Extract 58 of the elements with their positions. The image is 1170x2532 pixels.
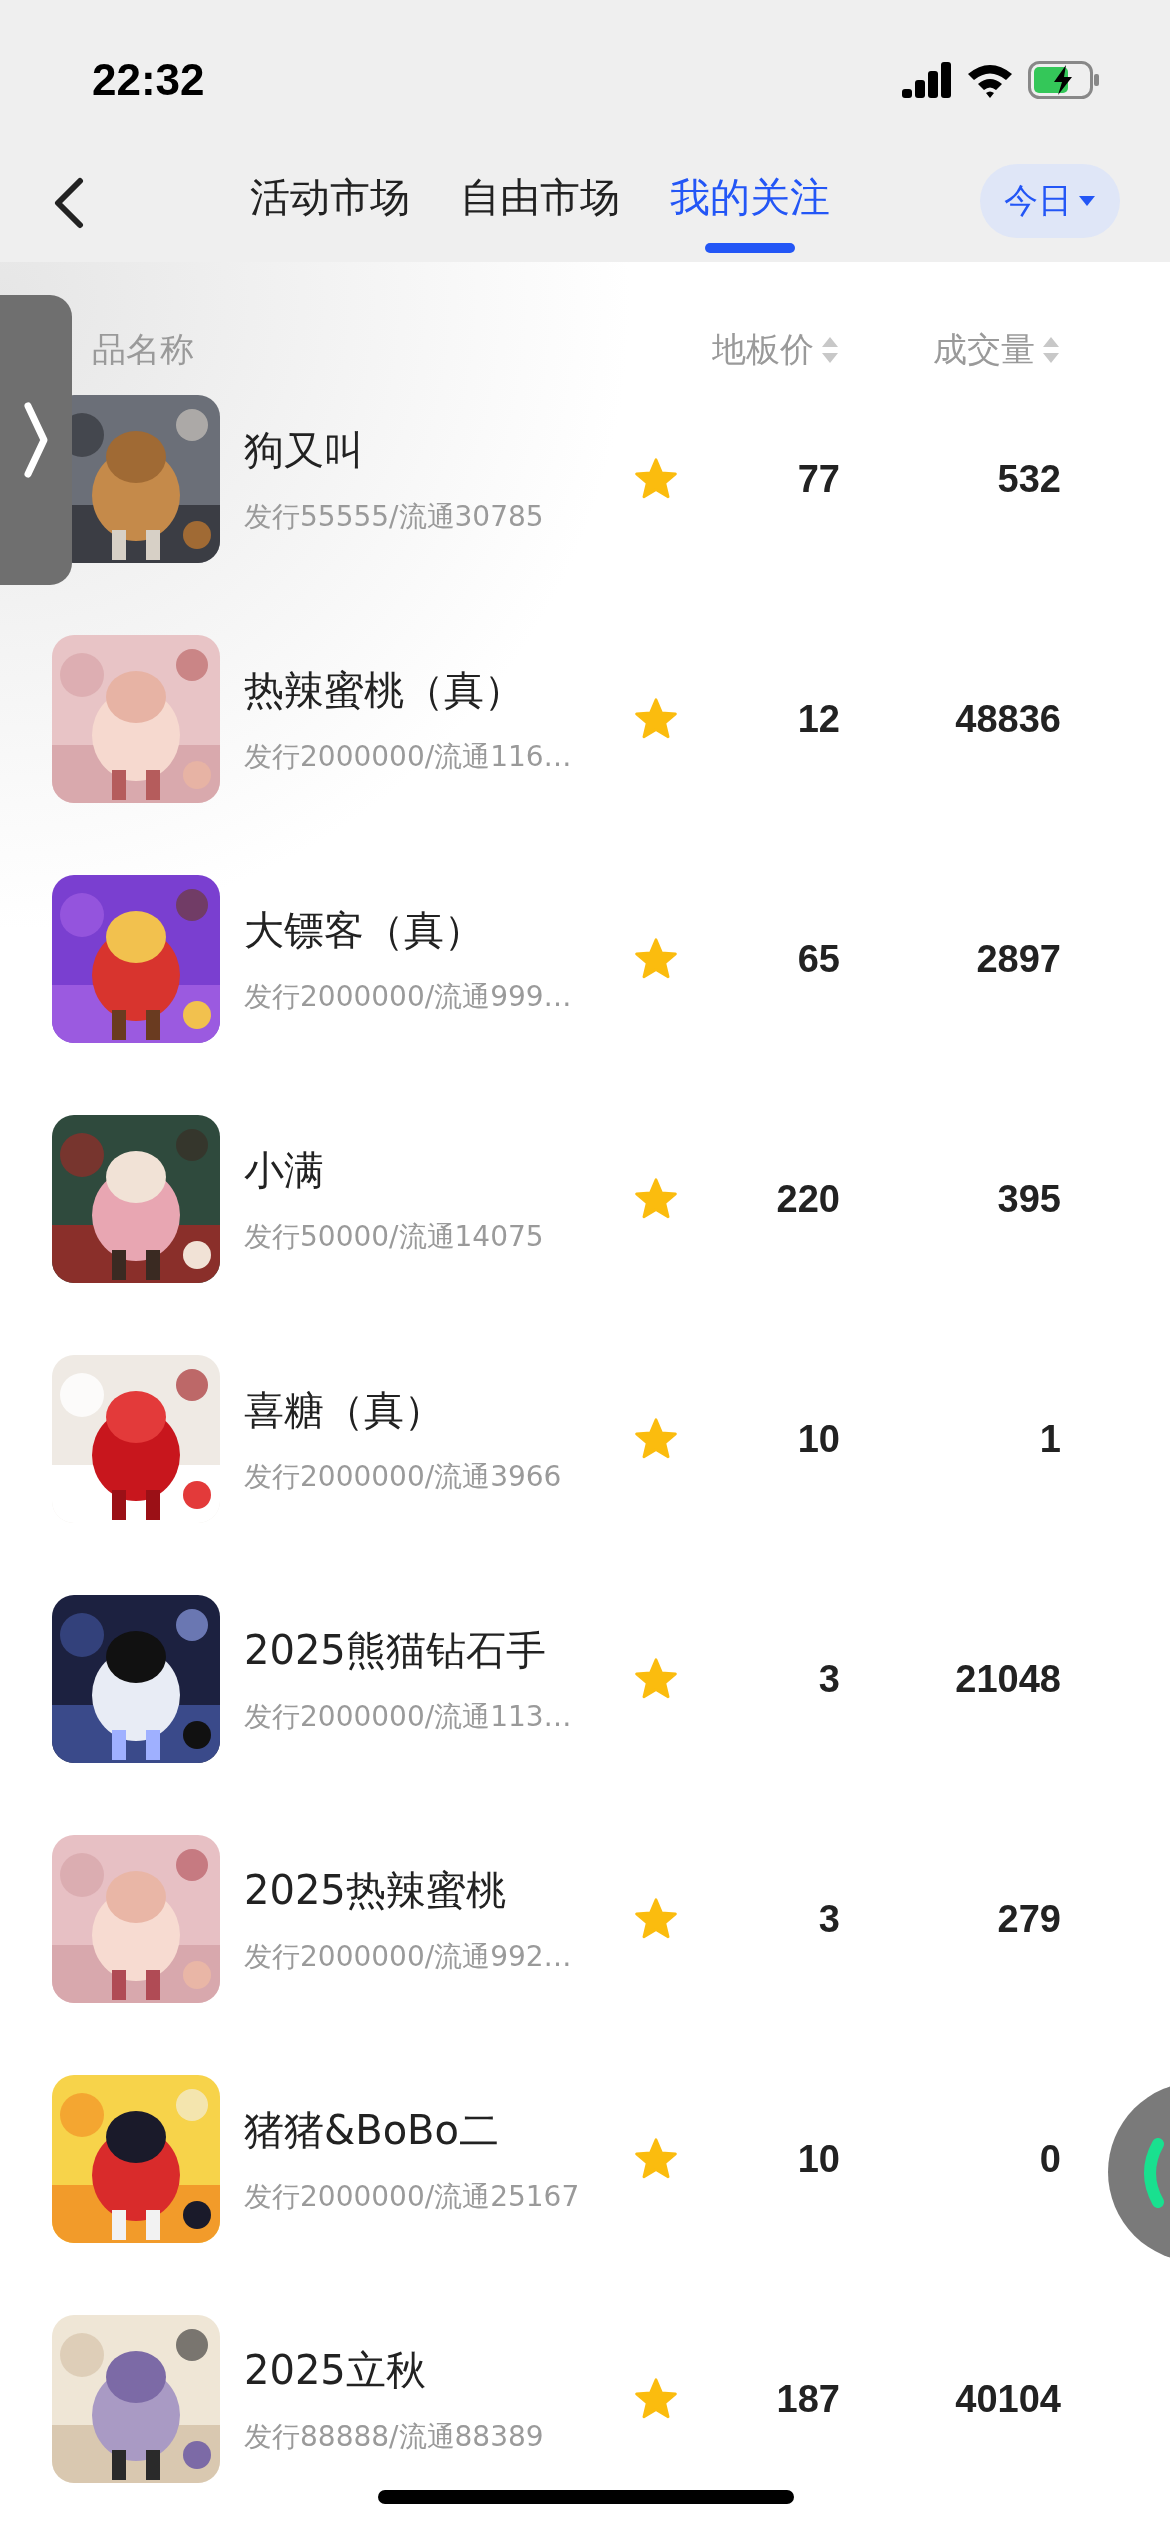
item-name: 2025热辣蜜桃 <box>244 1865 507 1915</box>
floor-price: 12 <box>796 697 840 741</box>
item-name: 热辣蜜桃（真） <box>244 665 525 715</box>
supply-text: 发行2000000/流通3966 <box>244 1458 563 1495</box>
floor-price: 65 <box>796 937 840 981</box>
trade-volume: 532 <box>996 457 1061 501</box>
item-name: 狗又叫 <box>244 425 365 475</box>
item-name: 喜糖（真） <box>244 1385 445 1435</box>
floor-price: 10 <box>796 2137 840 2181</box>
market-tab[interactable]: 我的关注 <box>670 169 830 253</box>
floor-price: 3 <box>817 1657 840 1701</box>
supply-text: 发行50000/流通14075 <box>244 1218 545 1255</box>
star-icon[interactable] <box>634 1417 678 1461</box>
sort-header[interactable]: 成交量 <box>840 327 1061 377</box>
supply-text: 发行2000000/流通25167 <box>244 2178 581 2215</box>
period-dropdown[interactable]: 今日 <box>980 164 1120 238</box>
trade-volume: 2897 <box>975 937 1061 981</box>
floor-price: 187 <box>775 2377 840 2421</box>
side-drawer-handle[interactable] <box>0 295 72 585</box>
supply-text: 发行2000000/流通999… <box>244 978 573 1015</box>
star-icon[interactable] <box>634 2137 678 2181</box>
trade-volume: 48836 <box>954 697 1061 741</box>
supply-text: 发行88888/流通88389 <box>244 2418 545 2455</box>
column-header: 品名称 <box>91 328 195 371</box>
item-name: 猪猪&BoBo二 <box>244 2105 501 2155</box>
trade-volume: 1 <box>1038 1417 1061 1461</box>
caret-icon <box>1078 195 1096 207</box>
floor-price: 10 <box>796 1417 840 1461</box>
floor-price: 77 <box>796 457 840 501</box>
battery-icon <box>1028 61 1100 99</box>
signal-icon <box>902 62 952 98</box>
star-icon[interactable] <box>634 1177 678 1221</box>
sort-header[interactable]: 地板价 <box>692 327 840 377</box>
star-icon[interactable] <box>634 937 678 981</box>
supply-text: 发行2000000/流通992… <box>244 1938 573 1975</box>
star-icon[interactable] <box>634 1657 678 1701</box>
status-time: 22:32 <box>92 55 206 105</box>
market-tab[interactable]: 活动市场 <box>250 169 410 253</box>
market-tab[interactable]: 自由市场 <box>460 169 620 253</box>
trade-volume: 40104 <box>954 2377 1061 2421</box>
item-name: 小满 <box>244 1145 325 1195</box>
star-icon[interactable] <box>634 2377 678 2421</box>
star-icon[interactable] <box>634 457 678 501</box>
trade-volume: 0 <box>1038 2137 1061 2181</box>
item-name: 2025立秋 <box>244 2345 427 2395</box>
item-name: 大镖客（真） <box>244 905 485 955</box>
supply-text: 发行2000000/流通116… <box>244 738 573 775</box>
star-icon[interactable] <box>634 1897 678 1941</box>
wifi-icon <box>966 62 1014 98</box>
supply-text: 发行55555/流通30785 <box>244 498 545 535</box>
trade-volume: 395 <box>996 1177 1061 1221</box>
floor-price: 3 <box>817 1897 840 1941</box>
trade-volume: 21048 <box>954 1657 1061 1701</box>
star-icon[interactable] <box>634 697 678 741</box>
floor-price: 220 <box>775 1177 840 1221</box>
item-name: 2025熊猫钻石手 <box>244 1625 547 1675</box>
supply-text: 发行2000000/流通113… <box>244 1698 573 1735</box>
trade-volume: 279 <box>996 1897 1061 1941</box>
